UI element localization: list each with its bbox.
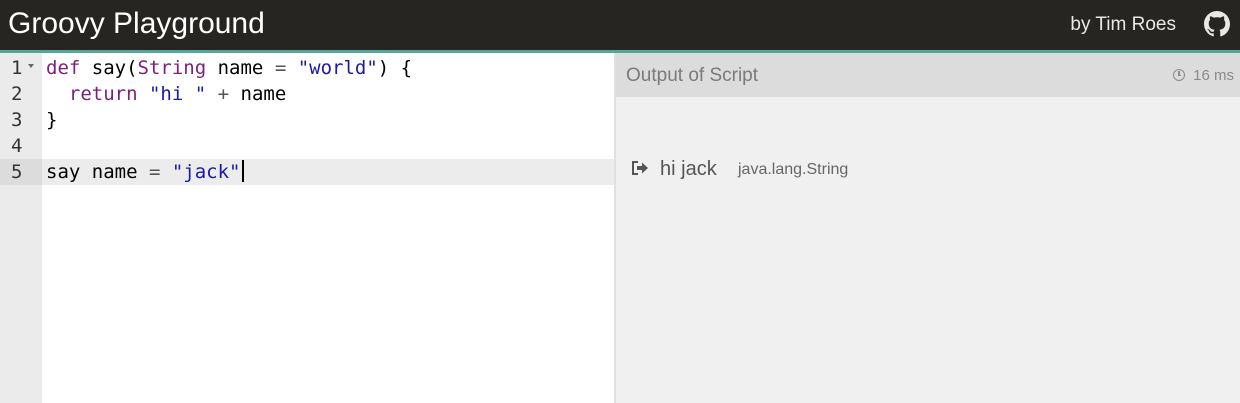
output-panel: Output of Script 16 ms hi jack java.lang…: [614, 53, 1240, 403]
execution-time: 16 ms: [1193, 67, 1234, 84]
code-token: say(: [80, 57, 138, 79]
code-token: return: [46, 83, 149, 105]
code-token: =: [274, 57, 287, 79]
line-number: 3: [0, 107, 42, 133]
code-token: "hi ": [148, 83, 207, 105]
code-line[interactable]: return "hi " + name: [42, 81, 614, 107]
code-token: def: [46, 57, 81, 79]
output-title: Output of Script: [626, 65, 759, 86]
line-number-label: 1: [11, 57, 23, 79]
code-token: }: [46, 109, 58, 131]
fold-arrow-icon[interactable]: [28, 64, 34, 68]
code-token: name: [229, 83, 287, 105]
app-title: Groovy Playground: [8, 7, 265, 40]
code-line[interactable]: say name = "jack": [42, 159, 614, 185]
clock-icon: [1173, 69, 1185, 81]
code-token: +: [217, 83, 230, 105]
output-header: Output of Script 16 ms: [616, 53, 1240, 97]
code-token: String: [137, 57, 207, 79]
line-number: 2: [0, 81, 42, 107]
sign-out-icon: [632, 161, 648, 175]
code-editor[interactable]: 1 def say(String name = "world") { 2 retur…: [0, 53, 614, 403]
author-link[interactable]: by Tim Roes: [1070, 13, 1176, 37]
line-number: 5: [0, 159, 42, 185]
app-header: Groovy Playground by Tim Roes: [0, 0, 1240, 53]
line-number: 1: [0, 55, 42, 81]
line-number-label: 3: [11, 109, 23, 131]
line-number-label: 4: [11, 135, 23, 157]
line-number: 4: [0, 133, 42, 159]
code-line[interactable]: [42, 133, 614, 159]
code-token: =: [148, 161, 161, 183]
result-value: hi jack: [660, 158, 717, 180]
code-token: say name: [46, 161, 149, 183]
text-cursor: [241, 160, 244, 182]
code-token: "world": [297, 57, 378, 79]
result-type: java.lang.String: [738, 161, 849, 178]
code-token: "jack": [171, 161, 241, 183]
code-token: name: [206, 57, 275, 79]
code-line[interactable]: def say(String name = "world") {: [42, 55, 614, 81]
github-icon[interactable]: [1204, 11, 1230, 37]
line-number-label: 2: [11, 83, 23, 105]
code-token: ) {: [377, 57, 413, 79]
line-number-label: 5: [11, 161, 23, 183]
code-line[interactable]: }: [42, 107, 614, 133]
